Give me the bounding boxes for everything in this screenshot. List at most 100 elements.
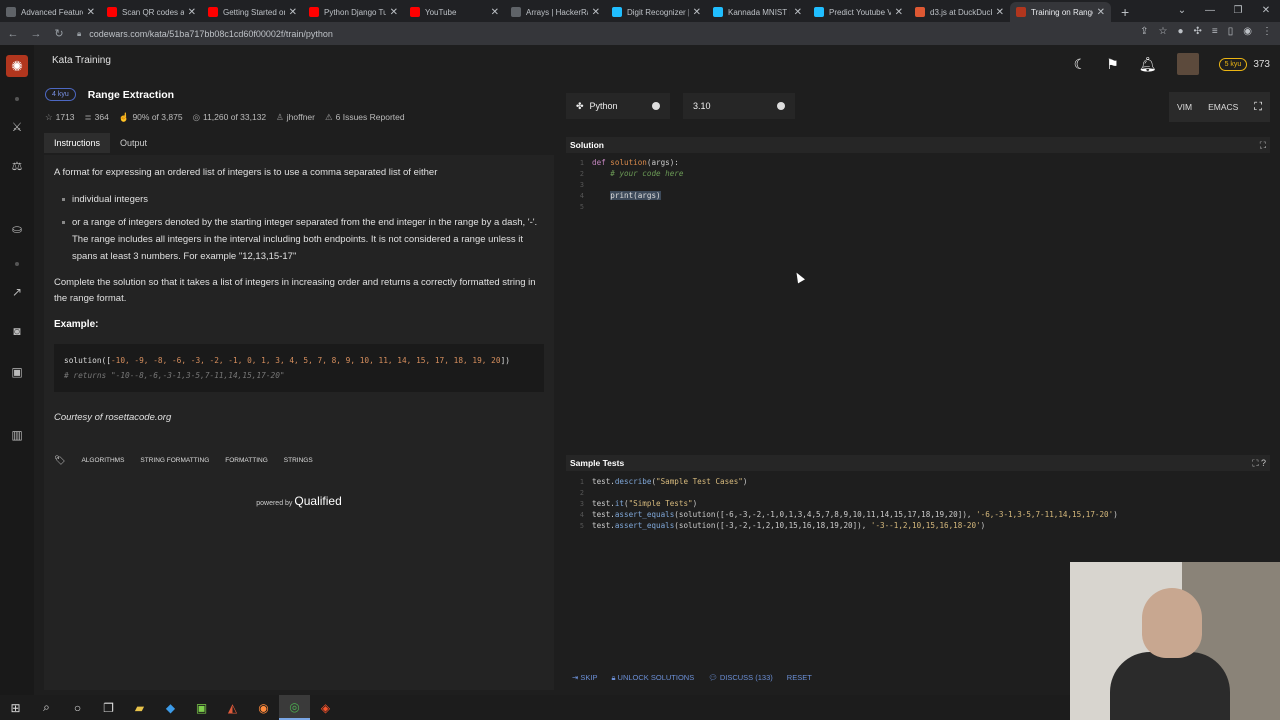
language-select[interactable]: ✤ Python — [566, 93, 670, 119]
new-tab-icon[interactable]: + — [1111, 2, 1139, 22]
description-intro: A format for expressing an ordered list … — [54, 167, 438, 178]
discord-icon[interactable]: ◙ — [8, 324, 26, 338]
extension-icon[interactable]: ● — [1177, 26, 1183, 37]
example-code-block: solution([-10, -9, -8, -6, -3, -2, -1, 0… — [54, 344, 544, 392]
expand-icon[interactable]: ⛶ — [1260, 140, 1266, 151]
brave-icon[interactable]: ◈ — [310, 695, 341, 720]
windows-start-icon[interactable]: ⊞ — [0, 695, 31, 720]
vscode-icon[interactable]: ◆ — [155, 695, 186, 720]
chrome-icon[interactable]: ◎ — [279, 695, 310, 720]
url-field[interactable]: 🔒︎ codewars.com/kata/51ba717bb08c1cd60f0… — [77, 29, 333, 39]
author-link[interactable]: ♙ jhoffner — [276, 112, 315, 123]
close-tab-icon[interactable]: ✕ — [895, 7, 903, 18]
example-code-line: solution([-10, -9, -8, -6, -3, -2, -1, 0… — [64, 356, 510, 365]
browser-tab[interactable]: Scan QR codes and ✕ — [101, 2, 202, 22]
close-icon[interactable]: ✕ — [1252, 0, 1280, 22]
kumite-icon[interactable]: ⛀ — [8, 222, 26, 236]
browser-tab[interactable]: Getting Started on ✕ — [202, 2, 303, 22]
docs-icon[interactable]: ▥ — [8, 428, 26, 442]
code-line: test.assert_equals(solution([-3,-2,-1,2,… — [592, 521, 986, 530]
tab-instructions[interactable]: Instructions — [44, 133, 111, 153]
browser-tab[interactable]: Python Django Tu ✕ — [303, 2, 404, 22]
task-view-icon[interactable]: ❐ — [93, 695, 124, 720]
notification-bell-icon[interactable]: 🔔︎ — [1139, 56, 1157, 73]
favicon-icon — [713, 7, 723, 17]
panel-tabs: Instructions Output — [44, 133, 157, 153]
browser-tab[interactable]: Arrays | HackerRank ✕ — [505, 2, 606, 22]
close-tab-icon[interactable]: ✕ — [390, 7, 398, 18]
close-tab-icon[interactable]: ✕ — [289, 7, 297, 18]
avatar[interactable] — [1176, 53, 1199, 75]
skip-button[interactable]: ⇥ SKIP — [572, 673, 597, 682]
tag-item[interactable]: ALGORITHMS — [81, 457, 124, 464]
tag-item[interactable]: FORMATTING — [225, 457, 268, 464]
fullscreen-icon[interactable]: ⛶ — [1246, 101, 1270, 114]
forward-icon[interactable]: → — [26, 28, 46, 40]
line-number: 2 — [579, 489, 584, 497]
discuss-button[interactable]: 💬︎ DISCUSS (133) — [708, 673, 773, 682]
share-icon[interactable]: ⇪ — [1140, 26, 1148, 37]
browser-tab[interactable]: Training on Range ✕ — [1010, 2, 1111, 22]
close-tab-icon[interactable]: ✕ — [1097, 7, 1105, 18]
browser-tab[interactable]: Digit Recognizer | ✕ — [606, 2, 707, 22]
list-item: or a range of integers denoted by the st… — [62, 214, 544, 265]
reload-icon[interactable]: ↻ — [49, 27, 69, 40]
unlock-solutions-button[interactable]: 🔒︎ UNLOCK SOLUTIONS — [611, 673, 694, 683]
forum-icon[interactable]: ▣ — [8, 365, 26, 379]
expand-icon[interactable]: ⛶ ? — [1252, 458, 1266, 469]
line-number: 2 — [579, 170, 584, 178]
powered-by-qualified[interactable]: powered by Qualified — [54, 494, 544, 508]
dark-mode-icon[interactable]: ☾ — [1074, 56, 1087, 73]
back-icon[interactable]: ← — [3, 28, 23, 40]
practice-icon[interactable]: ⚖ — [8, 159, 26, 173]
maximize-icon[interactable]: ❐ — [1224, 0, 1252, 22]
browser-tab[interactable]: Kannada MNIST | ✕ — [707, 2, 808, 22]
close-tab-icon[interactable]: ✕ — [592, 7, 600, 18]
favicon-icon — [208, 7, 218, 17]
reset-button[interactable]: RESET — [787, 673, 812, 682]
line-number: 5 — [579, 203, 584, 211]
solution-editor[interactable]: 1 2 3 4 5 def solution(args): # your cod… — [566, 155, 1270, 455]
close-tab-icon[interactable]: ✕ — [693, 7, 701, 18]
version-select[interactable]: 3.10 — [683, 93, 795, 119]
media-icon[interactable]: ≡ — [1212, 26, 1218, 37]
favicon-icon — [814, 7, 824, 17]
minimize-icon[interactable]: — — [1196, 0, 1224, 22]
chevron-down-icon — [777, 102, 785, 110]
tag-icon: 🏷︎ — [54, 455, 66, 465]
window-controls: ⌄ — ❐ ✕ — [1168, 0, 1280, 22]
cortana-icon[interactable]: ○ — [62, 695, 93, 720]
profile-icon[interactable]: ◉ — [1243, 26, 1252, 37]
pycharm-icon[interactable]: ▣ — [186, 695, 217, 720]
browser-tab[interactable]: Advanced Features ✕ — [0, 2, 101, 22]
tab-output[interactable]: Output — [110, 133, 157, 153]
emacs-mode-button[interactable]: EMACS — [1200, 102, 1246, 112]
close-tab-icon[interactable]: ✕ — [491, 7, 499, 18]
tag-item[interactable]: STRINGS — [284, 457, 313, 464]
codewars-logo-icon[interactable]: ✺ — [6, 55, 28, 77]
bookmark-icon[interactable]: ⚑ — [1106, 56, 1119, 73]
leaderboard-icon[interactable]: ↗ — [8, 285, 26, 299]
close-tab-icon[interactable]: ✕ — [996, 7, 1004, 18]
sidepanel-icon[interactable]: ▯ — [1228, 26, 1234, 37]
menu-icon[interactable]: ⋮ — [1262, 26, 1272, 37]
address-bar: ← → ↻ 🔒︎ codewars.com/kata/51ba717bb08c1… — [0, 22, 1280, 45]
issues-link[interactable]: ⚠ 6 Issues Reported — [325, 112, 405, 123]
browser-tab[interactable]: Predict Youtube V ✕ — [808, 2, 909, 22]
close-tab-icon[interactable]: ✕ — [794, 7, 802, 18]
search-icon[interactable]: ⌕ — [31, 695, 62, 720]
browser-tab[interactable]: d3.js at DuckDuck ✕ — [909, 2, 1010, 22]
close-tab-icon[interactable]: ✕ — [87, 7, 95, 18]
browser-tab[interactable]: YouTube ✕ — [404, 2, 505, 22]
tag-item[interactable]: STRING FORMATTING — [140, 457, 209, 464]
chevron-down-icon[interactable]: ⌄ — [1168, 0, 1196, 22]
kata-rank-badge: 4 kyu — [45, 88, 76, 101]
training-icon[interactable]: ⚔ — [8, 120, 26, 134]
close-tab-icon[interactable]: ✕ — [188, 7, 196, 18]
puzzle-icon[interactable]: ✣ — [1194, 26, 1202, 37]
file-explorer-icon[interactable]: ▰ — [124, 695, 155, 720]
firefox-icon[interactable]: ◉ — [248, 695, 279, 720]
star-icon[interactable]: ☆ — [1159, 26, 1168, 37]
vim-mode-button[interactable]: VIM — [1169, 102, 1200, 112]
app-icon[interactable]: ◭ — [217, 695, 248, 720]
